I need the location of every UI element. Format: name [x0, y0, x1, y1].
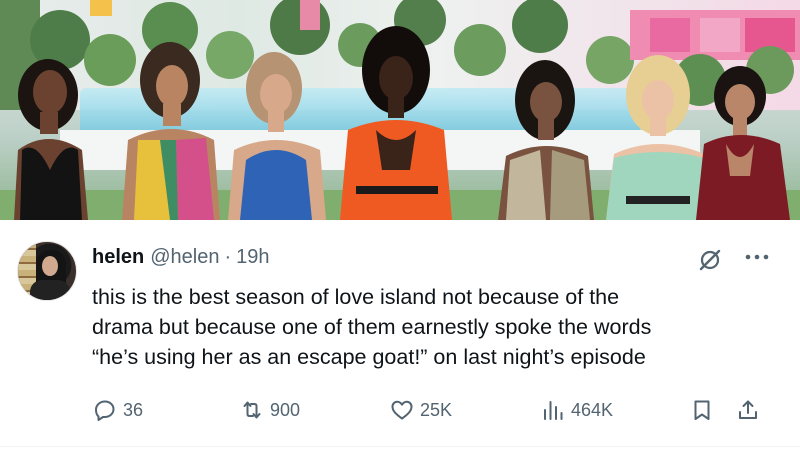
reply-icon [95, 400, 115, 421]
bookmark-button[interactable] [690, 392, 714, 428]
photo-people [14, 26, 790, 220]
bookmark-icon [694, 400, 710, 420]
views-icon [544, 401, 563, 420]
share-button[interactable] [736, 392, 760, 428]
divider [0, 446, 800, 447]
reply-count: 36 [123, 399, 144, 420]
repost-icon [243, 401, 261, 419]
tweet-text-line: this is the best season of love island n… [92, 285, 620, 309]
person-5 [498, 60, 594, 220]
repost-button[interactable]: 900 [240, 392, 300, 428]
share-icon [739, 400, 757, 419]
tweet-text-line: “he’s using her as an escape goat!” on l… [92, 345, 646, 369]
author-handle[interactable]: @helen [150, 246, 219, 269]
like-count: 25K [420, 399, 453, 420]
avatar[interactable] [17, 241, 77, 301]
avatar-face [42, 256, 58, 276]
more-icon[interactable] [742, 245, 772, 269]
repost-count: 900 [270, 399, 301, 420]
author-name[interactable]: helen [92, 246, 144, 269]
person-7 [696, 66, 790, 220]
person-2 [122, 42, 220, 220]
tweet-timestamp[interactable]: 19h [236, 246, 269, 269]
avatar-body [30, 280, 70, 300]
tweet-photo[interactable] [0, 0, 800, 220]
tweet-header: helen @helen · 19h [92, 246, 270, 270]
person-1 [14, 59, 88, 220]
reply-button[interactable]: 36 [93, 392, 143, 428]
tweet-text: this is the best season of love island n… [92, 282, 782, 372]
person-3 [228, 52, 326, 220]
view-count: 464K [571, 399, 614, 420]
like-button[interactable]: 25K [390, 392, 452, 428]
heart-icon [391, 400, 413, 420]
views-button[interactable]: 464K [541, 392, 613, 428]
meta-separator: · [224, 246, 232, 268]
person-4 [340, 26, 452, 220]
person-6 [606, 55, 712, 220]
tweet-text-line: drama but because one of them earnestly … [92, 315, 652, 339]
grok-icon[interactable] [698, 248, 722, 272]
action-bar: 36 900 25K 464K [0, 392, 800, 428]
